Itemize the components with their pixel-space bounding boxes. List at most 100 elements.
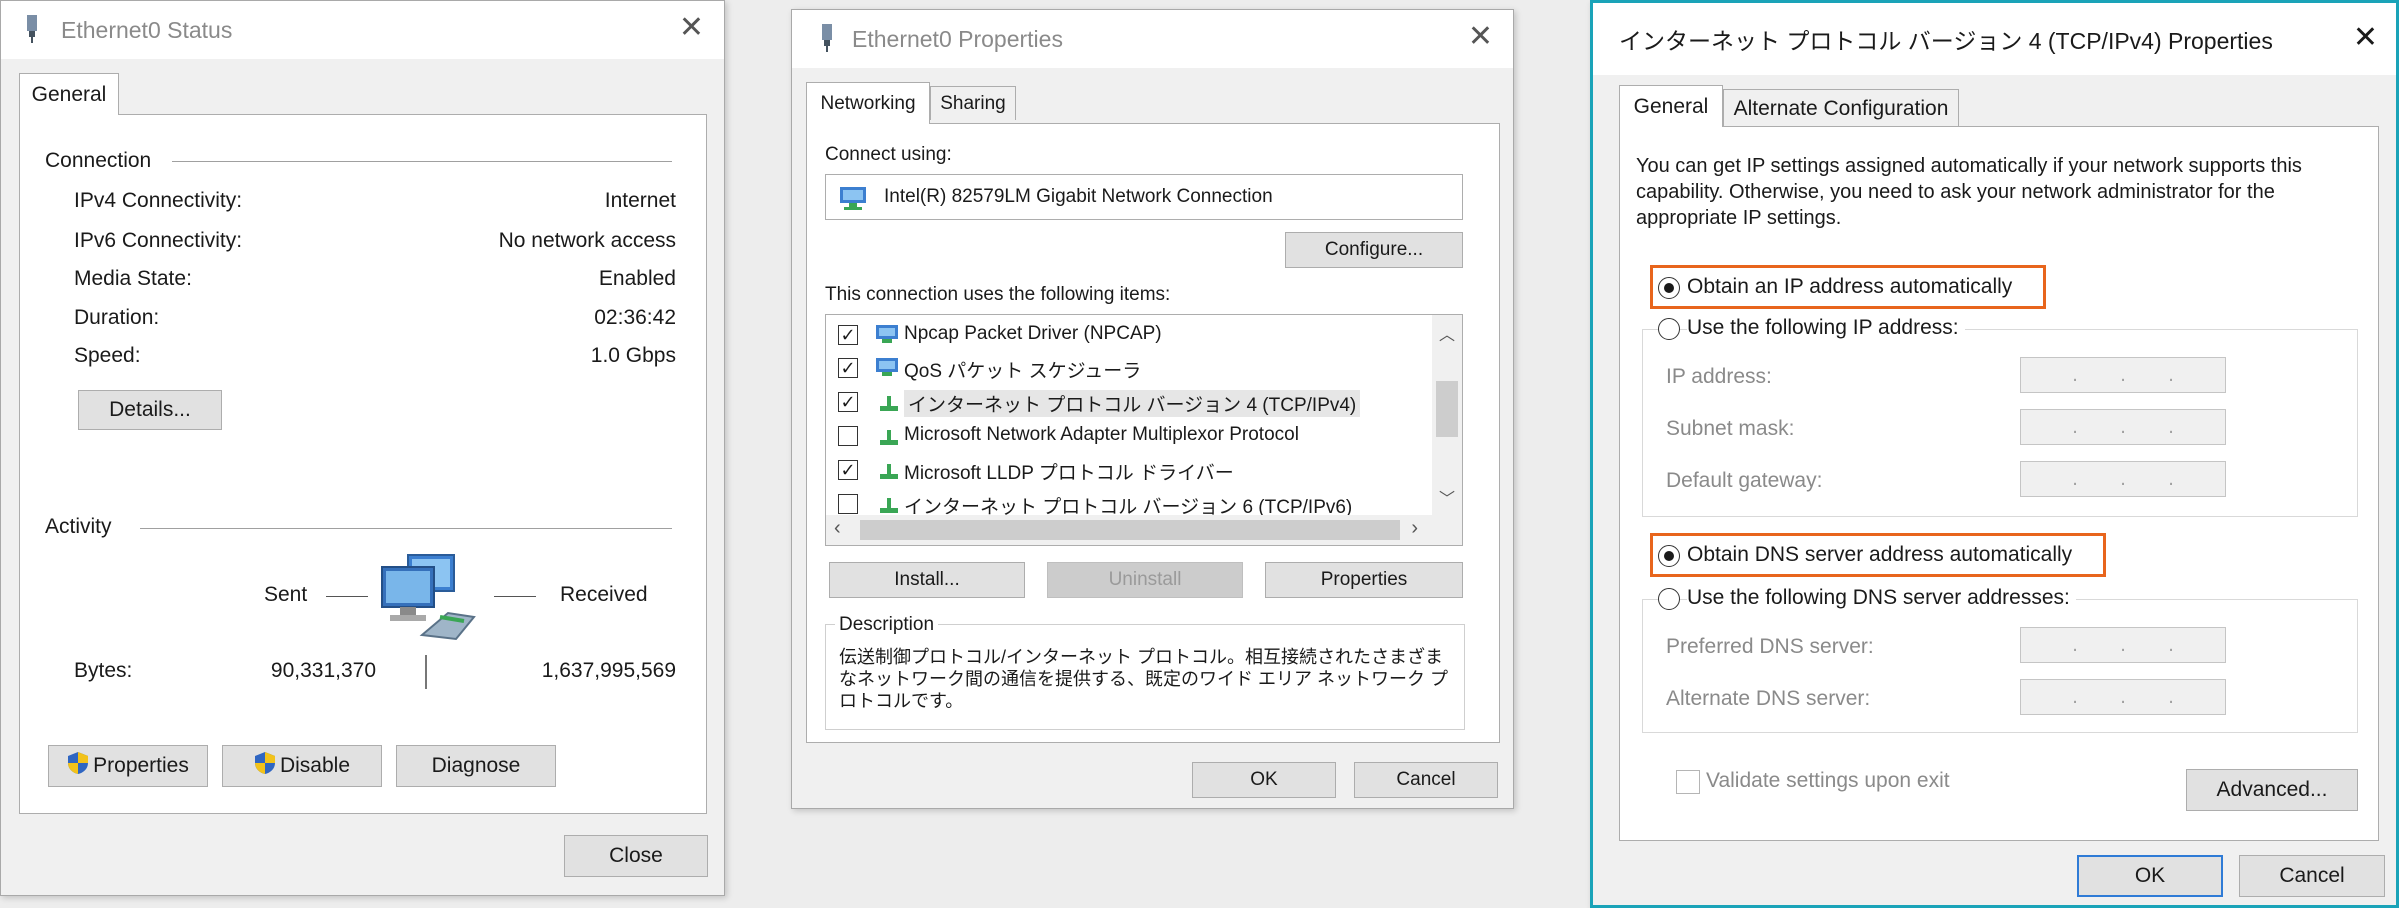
items-label: This connection uses the following items… bbox=[825, 284, 1171, 305]
details-button[interactable]: Details... bbox=[78, 390, 222, 430]
chevron-right-icon[interactable]: › bbox=[1411, 517, 1418, 540]
network-adapter-icon bbox=[838, 185, 868, 216]
close-icon[interactable]: ✕ bbox=[1468, 22, 1493, 52]
speed-label: Speed: bbox=[74, 344, 141, 367]
close-icon[interactable]: ✕ bbox=[2353, 23, 2378, 53]
speed-value: 1.0 Gbps bbox=[590, 344, 676, 367]
status-general-panel: Connection IPv4 Connectivity: Internet I… bbox=[19, 114, 707, 814]
validate-label: Validate settings upon exit bbox=[1706, 769, 1950, 792]
list-item[interactable]: ✓ Microsoft LLDP プロトコル ドライバー bbox=[826, 454, 1426, 486]
horizontal-scrollbar[interactable]: ‹ › bbox=[826, 515, 1462, 545]
item-checkbox[interactable]: ✓ bbox=[838, 325, 858, 345]
subnet-mask-input[interactable]: ... bbox=[2020, 409, 2226, 445]
ipv6-connectivity-value: No network access bbox=[498, 229, 676, 252]
status-dialog: Ethernet0 Status ✕ General Connection IP… bbox=[0, 0, 725, 896]
item-checkbox[interactable]: ✓ bbox=[838, 358, 858, 378]
disable-button[interactable]: Disable bbox=[222, 745, 382, 787]
ipv4-titlebar: インターネット プロトコル バージョン 4 (TCP/IPv4) Propert… bbox=[1593, 3, 2396, 75]
properties-button[interactable]: Properties bbox=[48, 745, 208, 787]
default-gateway-input[interactable]: ... bbox=[2020, 461, 2226, 497]
item-checkbox[interactable]: ✓ bbox=[838, 460, 858, 480]
properties-button[interactable]: Properties bbox=[1265, 562, 1463, 598]
diagnose-button[interactable]: Diagnose bbox=[396, 745, 556, 787]
item-checkbox[interactable] bbox=[838, 494, 858, 514]
item-checkbox[interactable]: ✓ bbox=[838, 392, 858, 412]
install-button[interactable]: Install... bbox=[829, 562, 1025, 598]
uninstall-button[interactable]: Uninstall bbox=[1047, 562, 1243, 598]
tab-sharing[interactable]: Sharing bbox=[930, 86, 1016, 120]
tab-general[interactable]: General bbox=[1619, 85, 1723, 127]
subnet-mask-label: Subnet mask: bbox=[1666, 417, 1795, 440]
alternate-dns-label: Alternate DNS server: bbox=[1666, 687, 1871, 710]
list-item[interactable]: ✓ QoS パケット スケジューラ bbox=[826, 352, 1426, 384]
media-state-value: Enabled bbox=[598, 267, 676, 290]
uac-shield-icon bbox=[254, 751, 276, 781]
advanced-button[interactable]: Advanced... bbox=[2186, 769, 2358, 811]
networking-panel: Connect using: Intel(R) 82579LM Gigabit … bbox=[806, 123, 1500, 743]
sent-line bbox=[326, 596, 368, 597]
use-following-ip-label[interactable]: Use the following IP address: bbox=[1687, 316, 1965, 340]
obtain-ip-auto-radio[interactable] bbox=[1658, 277, 1680, 299]
status-titlebar: Ethernet0 Status ✕ bbox=[1, 1, 724, 59]
duration-label: Duration: bbox=[74, 306, 160, 329]
network-adapter-icon bbox=[23, 15, 41, 48]
sent-label: Sent bbox=[264, 583, 308, 606]
obtain-ip-auto-label[interactable]: Obtain an IP address automatically bbox=[1687, 275, 2012, 299]
cancel-button[interactable]: Cancel bbox=[1354, 762, 1498, 798]
adapter-name: Intel(R) 82579LM Gigabit Network Connect… bbox=[884, 186, 1273, 207]
chevron-down-icon[interactable]: ﹀ bbox=[1439, 485, 1455, 509]
item-checkbox[interactable] bbox=[838, 426, 858, 446]
network-service-icon bbox=[874, 356, 900, 383]
preferred-dns-label: Preferred DNS server: bbox=[1666, 635, 1874, 658]
chevron-up-icon[interactable]: ︿ bbox=[1439, 321, 1455, 345]
properties-title: Ethernet0 Properties bbox=[852, 25, 1063, 52]
adapter-field: Intel(R) 82579LM Gigabit Network Connect… bbox=[825, 174, 1463, 220]
ipv6-connectivity-label: IPv6 Connectivity: bbox=[74, 229, 243, 252]
close-icon[interactable]: ✕ bbox=[679, 13, 704, 43]
network-service-icon bbox=[874, 323, 900, 350]
description-text: 伝送制御プロトコル/インターネット プロトコル。相互接続されたさまざまなネットワ… bbox=[839, 647, 1448, 711]
activity-header: Activity bbox=[45, 515, 112, 538]
ok-button[interactable]: OK bbox=[1192, 762, 1336, 798]
alternate-dns-input[interactable]: ... bbox=[2020, 679, 2226, 715]
ipv4-dialog: インターネット プロトコル バージョン 4 (TCP/IPv4) Propert… bbox=[1590, 0, 2399, 908]
cancel-button[interactable]: Cancel bbox=[2239, 855, 2385, 897]
tab-alternate-configuration[interactable]: Alternate Configuration bbox=[1723, 89, 1959, 127]
ipv4-connectivity-value: Internet bbox=[604, 189, 676, 212]
bytes-received-value: 1,637,995,569 bbox=[541, 659, 676, 682]
ok-button[interactable]: OK bbox=[2077, 855, 2223, 897]
intro-text: You can get IP settings assigned automat… bbox=[1636, 155, 2302, 229]
validate-checkbox[interactable] bbox=[1676, 770, 1700, 794]
list-item[interactable]: ✓ Npcap Packet Driver (NPCAP) bbox=[826, 319, 1426, 351]
bytes-label: Bytes: bbox=[74, 659, 133, 682]
obtain-dns-auto-radio[interactable] bbox=[1658, 545, 1680, 567]
scrollbar-thumb[interactable] bbox=[1436, 381, 1458, 437]
list-item[interactable]: Microsoft Network Adapter Multiplexor Pr… bbox=[826, 420, 1426, 452]
items-list: ✓ Npcap Packet Driver (NPCAP) ✓ QoS パケット… bbox=[825, 314, 1463, 546]
scrollbar-thumb[interactable] bbox=[860, 520, 1400, 540]
bytes-sent-value: 90,331,370 bbox=[270, 659, 376, 682]
status-title: Ethernet0 Status bbox=[61, 16, 233, 43]
tab-networking[interactable]: Networking bbox=[806, 82, 930, 124]
configure-button[interactable]: Configure... bbox=[1285, 232, 1463, 268]
use-following-dns-radio[interactable] bbox=[1658, 588, 1680, 610]
use-following-dns-label[interactable]: Use the following DNS server addresses: bbox=[1687, 586, 2076, 610]
use-following-ip-radio[interactable] bbox=[1658, 318, 1680, 340]
ipv4-connectivity-label: IPv4 Connectivity: bbox=[74, 189, 243, 212]
description-label: Description bbox=[835, 614, 939, 636]
list-item[interactable]: ✓ インターネット プロトコル バージョン 4 (TCP/IPv4) bbox=[826, 386, 1426, 418]
ipv4-title: インターネット プロトコル バージョン 4 (TCP/IPv4) Propert… bbox=[1619, 28, 2273, 54]
ip-address-input[interactable]: ... bbox=[2020, 357, 2226, 393]
vertical-scrollbar[interactable]: ︿ ﹀ bbox=[1432, 315, 1462, 515]
tab-general[interactable]: General bbox=[19, 73, 119, 115]
connect-using-label: Connect using: bbox=[825, 144, 952, 165]
dns-group bbox=[1642, 599, 2358, 733]
obtain-dns-auto-label[interactable]: Obtain DNS server address automatically bbox=[1687, 543, 2072, 567]
preferred-dns-input[interactable]: ... bbox=[2020, 627, 2226, 663]
media-state-label: Media State: bbox=[74, 267, 192, 290]
close-button[interactable]: Close bbox=[564, 835, 708, 877]
network-protocol-icon bbox=[878, 426, 900, 453]
chevron-left-icon[interactable]: ‹ bbox=[834, 517, 841, 540]
default-gateway-label: Default gateway: bbox=[1666, 469, 1823, 492]
network-computers-icon bbox=[378, 551, 488, 652]
